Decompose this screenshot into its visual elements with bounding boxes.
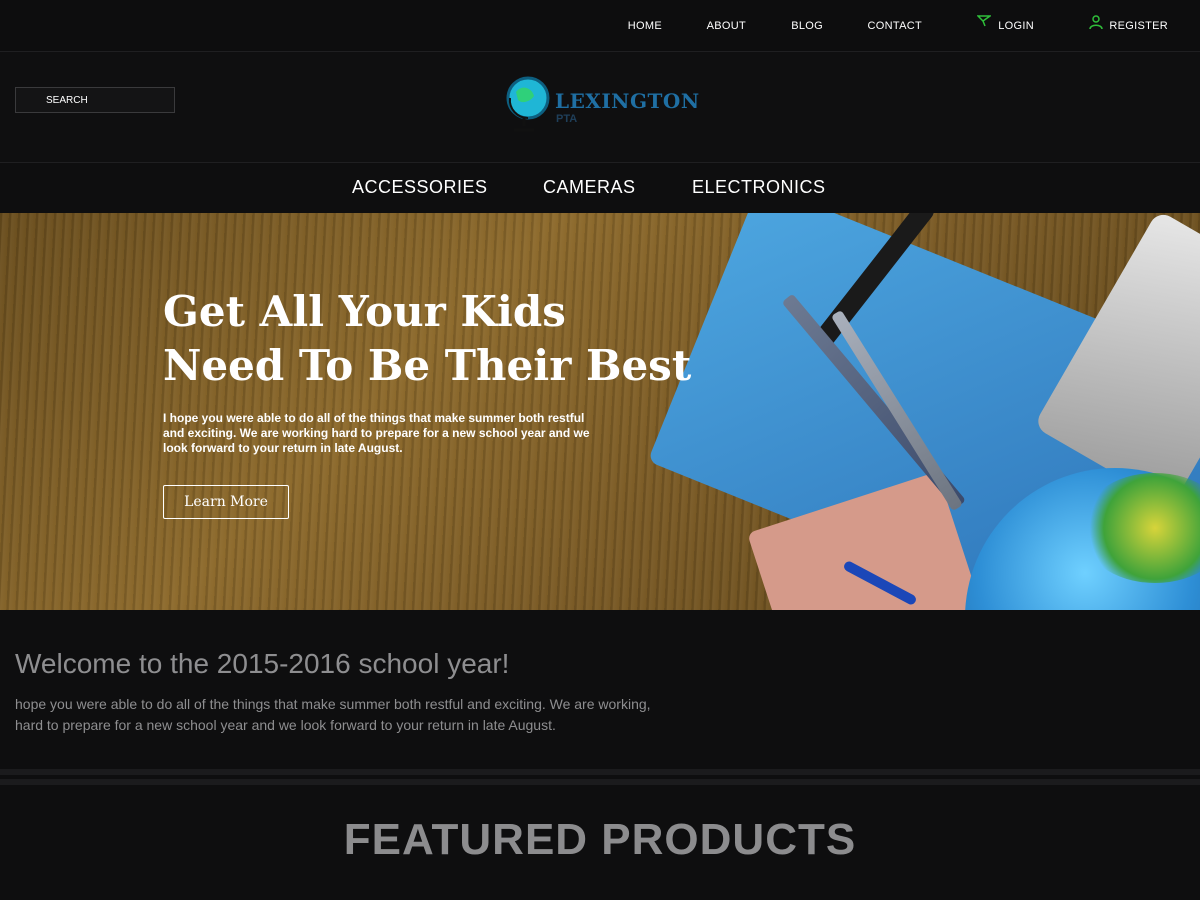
category-accessories[interactable]: ACCESSORIES [352,177,488,198]
hero-title: Get All Your Kids Need To Be Their Best [163,285,723,393]
hero-title-line2: Need To Be Their Best [163,341,692,390]
category-cameras[interactable]: CAMERAS [543,177,636,198]
paper-plane-icon[interactable] [976,14,993,30]
nav-contact-link[interactable]: CONTACT [868,20,922,32]
search-placeholder: SEARCH [46,95,88,106]
category-nav: ACCESSORIES CAMERAS ELECTRONICS [0,163,1200,213]
user-icon[interactable] [1088,14,1104,33]
logo-title: LEXINGTON [555,89,700,113]
hero-banner: Get All Your Kids Need To Be Their Best … [0,213,1200,610]
logo-subtitle: PTA [556,113,578,125]
nav-login-link[interactable]: LOGIN [998,20,1034,32]
top-bar: HOME ABOUT BLOG CONTACT LOGIN REGISTER [0,0,1200,52]
hero-text: I hope you were able to do all of the th… [163,411,590,455]
search-input[interactable]: SEARCH [15,87,175,113]
hero-title-line1: Get All Your Kids [163,287,566,336]
featured-products-title: FEATURED PRODUCTS [343,815,857,864]
category-electronics[interactable]: ELECTRONICS [692,177,826,198]
globe-logo-icon [506,76,550,132]
nav-blog-link[interactable]: BLOG [791,20,823,32]
nav-about-link[interactable]: ABOUT [707,20,746,32]
learn-more-button[interactable]: Learn More [163,485,289,519]
welcome-title: Welcome to the 2015-2016 school year! [15,648,510,679]
section-divider [0,769,1200,785]
site-header: SEARCH LEXINGTON PTA [0,52,1200,163]
nav-register-link[interactable]: REGISTER [1109,20,1168,32]
site-logo[interactable]: LEXINGTON PTA [504,74,704,140]
welcome-text: hope you were able to do all of the thin… [15,696,651,733]
nav-home-link[interactable]: HOME [628,20,662,32]
